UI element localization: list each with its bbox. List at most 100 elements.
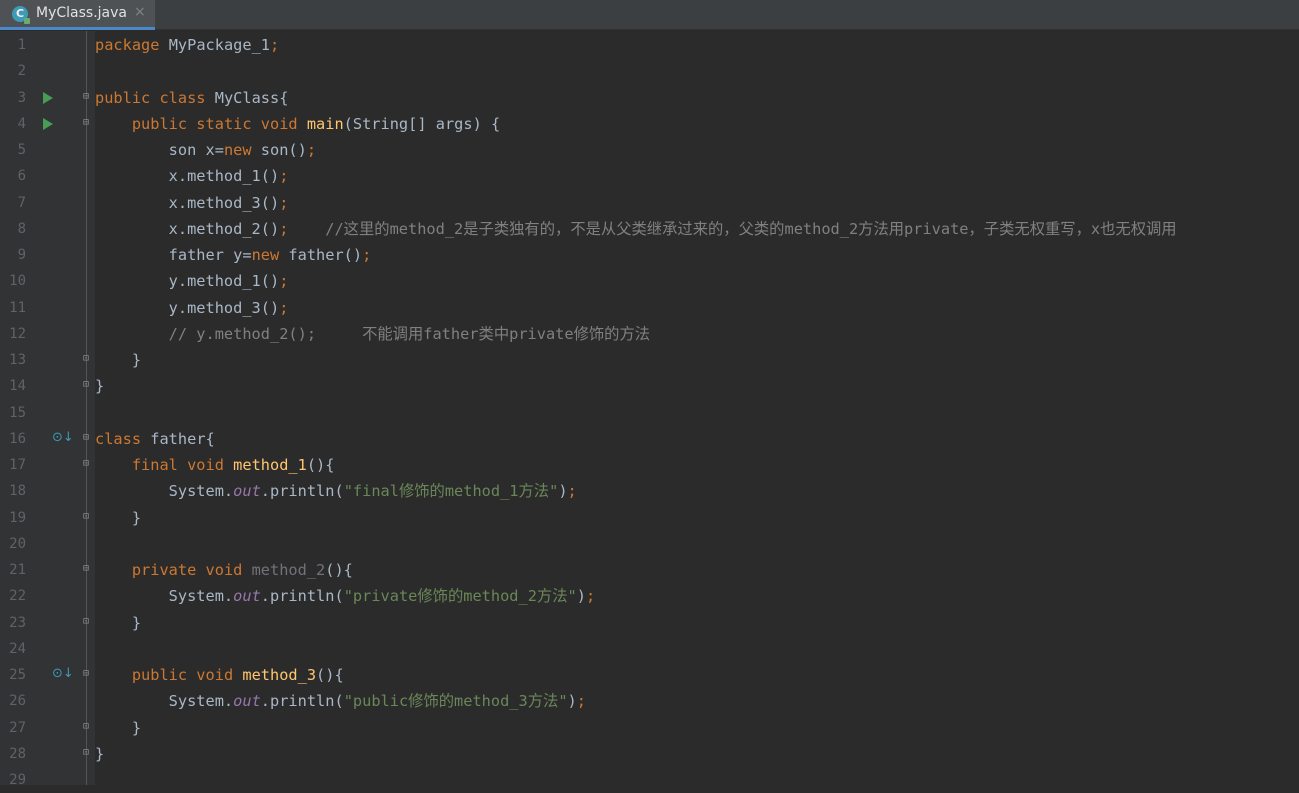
override-icon[interactable]: ⊙↓ (52, 430, 74, 445)
code-line[interactable]: 28 ⊡} (0, 741, 1299, 767)
code-text[interactable]: father y=new father(); (95, 245, 372, 265)
code-line[interactable]: 15 (0, 400, 1299, 426)
code-line[interactable]: 25 ⊙↓ ⊟ public void method_3(){ (0, 662, 1299, 688)
code-line[interactable]: 14 ⊡} (0, 373, 1299, 399)
run-icon[interactable] (43, 91, 53, 104)
code-text[interactable]: package MyPackage_1; (95, 35, 279, 55)
line-number[interactable]: 2 (0, 62, 26, 80)
fold-open-icon[interactable]: ⊟ (81, 117, 91, 128)
code-line[interactable]: 12 // y.method_2(); 不能调用father类中private修… (0, 321, 1299, 347)
code-text[interactable]: y.method_1(); (95, 271, 289, 291)
code-line[interactable]: 13 ⊡ } (0, 347, 1299, 373)
fold-close-icon[interactable]: ⊡ (81, 354, 91, 364)
line-number[interactable]: 24 (0, 640, 26, 658)
code-line[interactable]: 29 (0, 767, 1299, 793)
fold-close-icon[interactable]: ⊡ (81, 721, 91, 732)
code-line[interactable]: 26 System.out.println("public修饰的method_3… (0, 688, 1299, 714)
code-text[interactable]: System.out.println("private修饰的method_2方法… (95, 586, 596, 606)
line-number[interactable]: 22 (0, 587, 26, 605)
code-line[interactable]: 23 ⊡ } (0, 610, 1299, 636)
tab-myclass-java[interactable]: C MyClass.java × (0, 0, 155, 30)
fold-open-icon[interactable]: ⊟ (81, 564, 91, 574)
code-line[interactable]: 10 y.method_1(); (0, 268, 1299, 294)
line-number[interactable]: 8 (0, 220, 26, 238)
line-number[interactable]: 11 (0, 299, 26, 317)
code-text[interactable]: } (95, 376, 104, 396)
code-text[interactable]: public void method_3(){ (95, 665, 344, 685)
code-line[interactable]: 5 son x=new son(); (0, 137, 1299, 163)
line-number[interactable]: 26 (0, 692, 26, 710)
code-line[interactable]: 9 father y=new father(); (0, 242, 1299, 268)
code-text[interactable]: public static void main(String[] args) { (95, 114, 500, 134)
code-line[interactable]: 6 x.method_1(); (0, 163, 1299, 189)
line-number[interactable]: 14 (0, 377, 26, 395)
fold-open-icon[interactable]: ⊟ (81, 459, 91, 469)
code-editor[interactable]: 1 package MyPackage_1; 2 3 ⊟ public class MyC… (0, 31, 1299, 788)
code-text[interactable]: class father{ (95, 429, 215, 449)
line-number[interactable]: 27 (0, 719, 26, 737)
line-number[interactable]: 9 (0, 246, 26, 264)
code-text[interactable]: } (95, 613, 141, 633)
line-number[interactable]: 17 (0, 456, 26, 474)
line-number[interactable]: 10 (0, 272, 26, 290)
code-text[interactable]: x.method_2(); //这里的method_2是子类独有的，不是从父类继… (95, 219, 1177, 239)
code-line[interactable]: 11 y.method_3(); (0, 295, 1299, 321)
line-number[interactable]: 5 (0, 141, 26, 159)
line-number[interactable]: 29 (0, 771, 26, 789)
code-text[interactable]: System.out.println("public修饰的method_3方法"… (95, 691, 586, 711)
close-tab-icon[interactable]: × (134, 4, 146, 20)
code-text[interactable]: // y.method_2(); 不能调用father类中private修饰的方… (95, 324, 650, 344)
run-icon[interactable] (43, 117, 53, 130)
code-line[interactable]: 1 package MyPackage_1; (0, 32, 1299, 58)
fold-close-icon[interactable]: ⊡ (81, 380, 91, 390)
code-line[interactable]: 20 (0, 531, 1299, 557)
code-line[interactable]: 17 ⊟ final void method_1(){ (0, 452, 1299, 478)
code-line[interactable]: 16 ⊙↓ ⊟ class father{ (0, 426, 1299, 452)
code-text[interactable]: private void method_2(){ (95, 560, 353, 580)
fold-close-icon[interactable]: ⊡ (81, 616, 91, 627)
line-number[interactable]: 28 (0, 745, 26, 763)
code-text[interactable]: x.method_1(); (95, 166, 289, 186)
fold-open-icon[interactable]: ⊟ (81, 91, 91, 102)
line-number[interactable]: 13 (0, 351, 26, 369)
code-line[interactable]: 19 ⊡ } (0, 505, 1299, 531)
code-text[interactable]: } (95, 350, 141, 370)
code-line[interactable]: 8 x.method_2(); //这里的method_2是子类独有的，不是从父… (0, 216, 1299, 242)
code-text[interactable]: x.method_3(); (95, 193, 289, 213)
code-line[interactable]: 7 x.method_3(); (0, 190, 1299, 216)
line-number[interactable]: 25 (0, 666, 26, 684)
code-text[interactable]: } (95, 718, 141, 738)
fold-open-icon[interactable]: ⊟ (81, 432, 91, 443)
line-number[interactable]: 12 (0, 325, 26, 343)
code-line[interactable]: 27 ⊡ } (0, 715, 1299, 741)
line-number[interactable]: 21 (0, 561, 26, 579)
line-number[interactable]: 4 (0, 115, 26, 133)
fold-close-icon[interactable]: ⊡ (81, 511, 91, 522)
code-line[interactable]: 3 ⊟ public class MyClass{ (0, 85, 1299, 111)
code-text[interactable]: son x=new son(); (95, 140, 316, 160)
line-number[interactable]: 16 (0, 430, 26, 448)
line-number[interactable]: 1 (0, 36, 26, 54)
code-text[interactable]: System.out.println("final修饰的method_1方法")… (95, 481, 577, 501)
fold-open-icon[interactable]: ⊟ (81, 669, 91, 679)
code-line[interactable]: 24 (0, 636, 1299, 662)
code-line[interactable]: 21 ⊟ private void method_2(){ (0, 557, 1299, 583)
line-number[interactable]: 23 (0, 614, 26, 632)
code-line[interactable]: 18 System.out.println("final修饰的method_1方… (0, 478, 1299, 504)
line-number[interactable]: 6 (0, 167, 26, 185)
code-line[interactable]: 4 ⊟ public static void main(String[] args… (0, 111, 1299, 137)
code-text[interactable]: } (95, 744, 104, 764)
line-number[interactable]: 3 (0, 89, 26, 107)
override-icon[interactable]: ⊙↓ (52, 667, 74, 681)
code-text[interactable]: public class MyClass{ (95, 88, 288, 108)
code-line[interactable]: 2 (0, 58, 1299, 84)
code-line[interactable]: 22 System.out.println("private修饰的method_… (0, 583, 1299, 609)
line-number[interactable]: 15 (0, 404, 26, 422)
code-text[interactable]: } (95, 508, 141, 528)
line-number[interactable]: 20 (0, 535, 26, 553)
code-text[interactable]: final void method_1(){ (95, 455, 335, 475)
line-number[interactable]: 7 (0, 194, 26, 212)
code-text[interactable]: y.method_3(); (95, 298, 289, 318)
line-number[interactable]: 19 (0, 509, 26, 527)
line-number[interactable]: 18 (0, 482, 26, 500)
